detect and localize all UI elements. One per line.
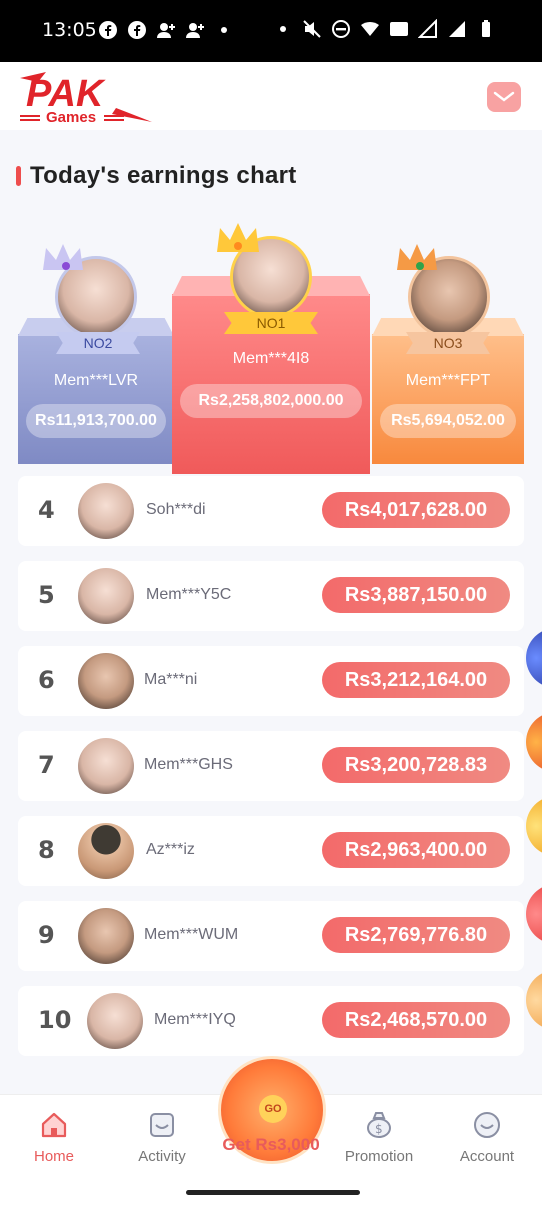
add-person-icon [186, 23, 204, 38]
earnings-amount: Rs3,200,728.83 [322, 747, 510, 783]
facebook-icon [128, 21, 146, 39]
nav-account-label: Account [459, 1148, 515, 1165]
rank-number: 10 [38, 1006, 72, 1034]
table-row[interactable]: 10 Mem***IYQ Rs2,468,570.00 [18, 986, 524, 1056]
table-row[interactable]: 8 Az***iz Rs2,963,400.00 [18, 816, 524, 886]
add-person-icon [157, 23, 175, 38]
rank-number: 4 [38, 496, 55, 524]
earnings-amount: Rs2,963,400.00 [322, 832, 510, 868]
logo-subtext: Games [46, 109, 96, 126]
dot-icon [280, 26, 286, 32]
table-row[interactable]: 9 Mem***WUM Rs2,769,776.80 [18, 901, 524, 971]
activity-icon [150, 1113, 174, 1137]
player-name: Mem***Y5C [146, 586, 232, 603]
rank-ribbon: NO1 [224, 312, 318, 334]
avatar [78, 908, 134, 964]
player-name: Mem***IYQ [154, 1011, 236, 1028]
dot-icon [221, 27, 227, 33]
rank-number: 6 [38, 666, 55, 694]
nav-activity[interactable]: Activity [112, 1110, 212, 1165]
go-label: GO [259, 1095, 287, 1123]
avatar [78, 738, 134, 794]
podium-name: Mem***LVR [53, 372, 139, 389]
player-name: Mem***GHS [144, 756, 233, 773]
player-name: Mem***WUM [144, 926, 239, 943]
title-accent-bar [16, 166, 21, 186]
message-button[interactable] [487, 82, 521, 112]
wifi-icon [361, 22, 379, 36]
player-name: Ma***ni [144, 671, 198, 688]
floating-widget[interactable] [526, 628, 542, 688]
player-name: Soh***di [146, 501, 206, 518]
signal-icon [418, 19, 437, 38]
nav-home-label: Home [33, 1148, 74, 1165]
podium-amount: Rs2,258,802,000.00 [180, 384, 362, 418]
table-row[interactable]: 4 Soh***di Rs4,017,628.00 [18, 476, 524, 546]
avatar [78, 568, 134, 624]
floating-widget[interactable] [526, 884, 542, 944]
vowifi-icon [390, 22, 408, 36]
table-row[interactable]: 7 Mem***GHS Rs3,200,728.83 [18, 731, 524, 801]
earnings-amount: Rs4,017,628.00 [322, 492, 510, 528]
nav-activity-label: Activity [138, 1148, 186, 1165]
avatar [78, 483, 134, 539]
home-indicator[interactable] [186, 1190, 360, 1195]
avatar [78, 823, 134, 879]
earnings-amount: Rs2,769,776.80 [322, 917, 510, 953]
podium-name: Mem***FPT [405, 372, 491, 389]
avatar [87, 993, 143, 1049]
player-name: Az***iz [146, 841, 195, 858]
pak-games-logo[interactable]: PAK Games [16, 68, 156, 126]
rank-number: 8 [38, 836, 55, 864]
floating-widget[interactable] [526, 712, 542, 772]
home-icon [41, 1112, 67, 1138]
battery-icon [482, 20, 490, 37]
floating-widget[interactable] [526, 796, 542, 856]
rank-number: 5 [38, 581, 55, 609]
earnings-chart-title: Today's earnings chart [30, 162, 297, 189]
podium-amount: Rs11,913,700.00 [26, 404, 166, 438]
earnings-amount: Rs2,468,570.00 [322, 1002, 510, 1038]
status-bar: 13:05 [0, 0, 542, 62]
rank-ribbon: NO2 [56, 332, 140, 354]
podium-name: Mem***4I8 [232, 350, 310, 367]
envelope-icon [493, 91, 515, 102]
crown-bronze-icon [397, 244, 437, 270]
podium-amount: Rs5,694,052.00 [380, 404, 516, 438]
crown-gold-icon [217, 223, 259, 252]
svg-text:$: $ [375, 1122, 383, 1136]
nav-promotion[interactable]: $ Promotion [329, 1110, 429, 1165]
rank-ribbon: NO3 [406, 332, 490, 354]
status-time: 13:05 [42, 19, 97, 41]
system-gesture-bar [0, 1174, 542, 1206]
earnings-amount: Rs3,887,150.00 [322, 577, 510, 613]
nav-account[interactable]: Account [437, 1110, 537, 1165]
table-row[interactable]: 5 Mem***Y5C Rs3,887,150.00 [18, 561, 524, 631]
do-not-disturb-icon [332, 20, 350, 38]
system-icons [273, 19, 496, 39]
mute-icon [303, 20, 321, 38]
rank-number: 7 [38, 751, 55, 779]
notification-icons [98, 20, 234, 40]
floating-widget[interactable] [526, 970, 542, 1030]
rank-number: 9 [38, 921, 55, 949]
nav-home[interactable]: Home [4, 1110, 104, 1165]
get-bonus-label[interactable]: Get Rs3,000 [214, 1135, 328, 1155]
facebook-icon [99, 21, 117, 39]
crown-silver-icon [43, 244, 83, 270]
nav-promotion-label: Promotion [344, 1148, 414, 1165]
money-bag-icon: $ [367, 1112, 391, 1138]
section-title: Today's earnings chart [16, 158, 297, 194]
signal-icon [449, 21, 465, 37]
account-icon [474, 1112, 500, 1138]
earnings-amount: Rs3,212,164.00 [322, 662, 510, 698]
avatar [78, 653, 134, 709]
table-row[interactable]: 6 Ma***ni Rs3,212,164.00 [18, 646, 524, 716]
